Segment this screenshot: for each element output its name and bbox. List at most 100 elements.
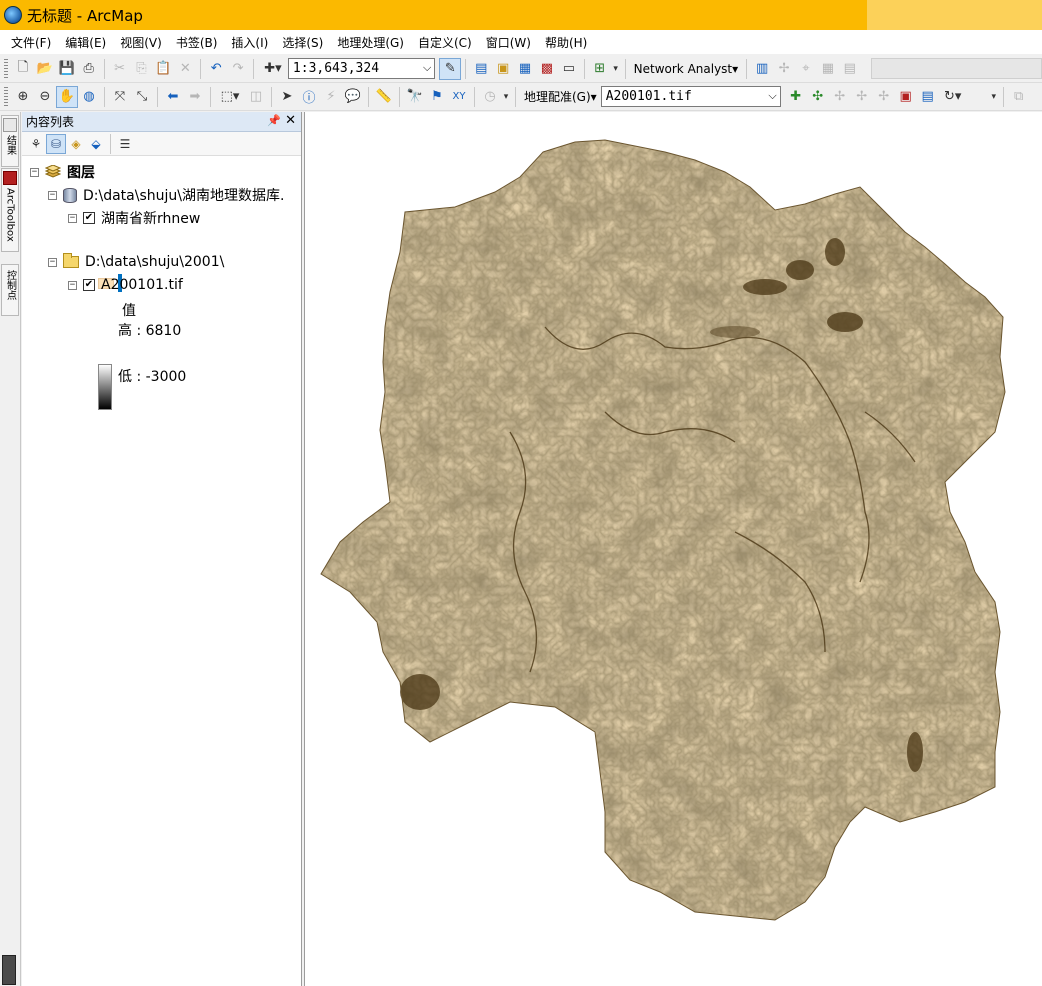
hyperlink-icon[interactable]: ⚡ xyxy=(320,86,342,108)
delete-link-icon[interactable]: ✢ xyxy=(873,86,895,108)
undo-icon[interactable]: ↶ xyxy=(205,58,227,80)
toc-layer-rhnew[interactable]: − ✔ 湖南省新rhnew xyxy=(68,208,200,228)
list-by-drawing-order-icon[interactable]: ⚘ xyxy=(26,134,46,154)
toolbar-grip[interactable] xyxy=(4,86,8,107)
toolbar-overflow-icon[interactable]: ▾ xyxy=(989,86,999,108)
list-by-selection-icon[interactable]: ⬙ xyxy=(86,134,106,154)
menu-bookmarks[interactable]: 书签(B) xyxy=(169,32,225,53)
network-analyst-menu[interactable]: Network Analyst▾ xyxy=(630,62,743,76)
table-icon[interactable]: ▤ xyxy=(470,58,492,80)
menu-customize[interactable]: 自定义(C) xyxy=(411,32,479,53)
na-new-route-icon[interactable]: ✢ xyxy=(773,58,795,80)
zoom-to-link-icon[interactable]: ✢ xyxy=(851,86,873,108)
collapse-icon[interactable]: − xyxy=(68,280,77,290)
menu-file[interactable]: 文件(F) xyxy=(4,32,58,53)
chevron-down-icon[interactable]: ⌵ xyxy=(768,89,776,103)
redo-icon[interactable]: ↷ xyxy=(227,58,249,80)
zoom-in-icon[interactable]: ⊕ xyxy=(12,86,34,108)
copy-icon[interactable]: ⎘ xyxy=(131,58,153,80)
toolbar-overflow-icon[interactable]: ▾ xyxy=(611,58,621,80)
results-tab[interactable]: 结果 xyxy=(1,115,19,167)
identify-icon[interactable]: ⓘ xyxy=(298,86,320,108)
layer-visibility-checkbox[interactable]: ✔ xyxy=(83,212,95,224)
cut-icon[interactable]: ✂ xyxy=(109,58,131,80)
toc-root-node[interactable]: − 图层 xyxy=(30,162,95,182)
scale-combo[interactable]: 1:3,643,324 ⌵ xyxy=(287,58,436,79)
layer-visibility-checkbox[interactable]: ✔ xyxy=(83,279,95,291)
toolbar-overflow-icon[interactable]: ▾ xyxy=(501,86,511,108)
viewer-icon[interactable]: ▣ xyxy=(895,86,917,108)
fixed-zoom-out-icon[interactable]: ⤡ xyxy=(131,86,153,108)
pan-icon[interactable]: ✋ xyxy=(56,85,78,108)
control-points-tab[interactable]: 控制点 xyxy=(1,264,19,316)
georeferencing-menu[interactable]: 地理配准(G)▾ xyxy=(520,88,601,105)
menu-view[interactable]: 视图(V) xyxy=(113,32,169,53)
extra-tool-icon[interactable]: ⧉ xyxy=(1008,86,1030,108)
link-table-icon[interactable]: ▤ xyxy=(917,86,939,108)
toolbar-grip[interactable] xyxy=(4,58,8,79)
select-link-icon[interactable]: ✢ xyxy=(829,86,851,108)
time-slider-icon[interactable]: ◷ xyxy=(479,86,501,108)
delete-icon[interactable]: ✕ xyxy=(174,58,196,80)
toc-group-folder[interactable]: − D:\data\shuju\2001\ xyxy=(48,253,224,270)
fixed-zoom-in-icon[interactable]: ⤧ xyxy=(109,86,131,108)
na-window-icon[interactable]: ▥ xyxy=(751,58,773,80)
bottom-dock-handle[interactable] xyxy=(2,955,16,985)
chevron-down-icon[interactable]: ⌵ xyxy=(423,61,431,75)
back-extent-icon[interactable]: ⬅ xyxy=(162,86,184,108)
na-add-location-icon[interactable]: ⌖ xyxy=(795,58,817,80)
georef-layer-combo[interactable]: A200101.tif ⌵ xyxy=(600,86,781,107)
paste-icon[interactable]: 📋 xyxy=(152,58,174,80)
add-control-points-icon[interactable]: ✚ xyxy=(785,86,807,108)
menu-edit[interactable]: 编辑(E) xyxy=(58,32,113,53)
clear-selection-icon[interactable]: ◫ xyxy=(245,86,267,108)
auto-registration-icon[interactable]: ✣ xyxy=(807,86,829,108)
collapse-icon[interactable]: − xyxy=(30,167,39,177)
find-icon[interactable]: 🔭 xyxy=(404,86,426,108)
na-solve-grid-icon[interactable]: ▦ xyxy=(817,58,839,80)
collapse-icon[interactable]: − xyxy=(48,190,57,200)
menu-windows[interactable]: 窗口(W) xyxy=(479,32,538,53)
map-canvas[interactable] xyxy=(305,112,1042,986)
arctoolbox-tab[interactable]: ArcToolbox xyxy=(1,168,19,252)
print-icon[interactable]: ⎙ xyxy=(78,58,100,80)
python-icon[interactable]: ▭ xyxy=(558,58,580,80)
new-doc-icon[interactable]: 🗋 xyxy=(12,58,34,80)
collapse-icon[interactable]: − xyxy=(48,257,57,267)
menu-geoprocessing[interactable]: 地理处理(G) xyxy=(330,32,411,53)
model-builder-icon[interactable]: ⊞ xyxy=(589,58,611,80)
pin-icon[interactable]: 📌 xyxy=(267,114,281,127)
open-icon[interactable]: 📂 xyxy=(34,58,56,80)
forward-extent-icon[interactable]: ➡ xyxy=(184,86,206,108)
arctoolbox-icon[interactable]: ▩ xyxy=(536,58,558,80)
globe-icon[interactable]: ◍ xyxy=(78,86,100,108)
menu-selection[interactable]: 选择(S) xyxy=(275,32,330,53)
control-points-tab-label: 控制点 xyxy=(4,270,16,300)
menu-insert[interactable]: 插入(I) xyxy=(224,32,275,53)
find-route-icon[interactable]: ⚑ xyxy=(426,86,448,108)
editor-toolbar-icon[interactable]: ✎ xyxy=(439,57,462,80)
zoom-out-icon[interactable]: ⊖ xyxy=(34,86,56,108)
toc-layer-raster[interactable]: − ✔ A200101.tif xyxy=(68,277,183,293)
select-features-icon[interactable]: ⬚▾ xyxy=(215,86,245,108)
list-by-source-icon[interactable]: ⛁ xyxy=(46,133,66,154)
measure-icon[interactable]: 📏 xyxy=(373,86,395,108)
add-data-icon[interactable]: ✚▾ xyxy=(258,58,288,80)
color-ramp-swatch[interactable] xyxy=(98,364,112,410)
menu-help[interactable]: 帮助(H) xyxy=(538,32,594,53)
save-icon[interactable]: 💾 xyxy=(56,58,78,80)
html-popup-icon[interactable]: 💬 xyxy=(342,86,364,108)
legend-title-label: 值 xyxy=(122,303,136,319)
na-directions-icon[interactable]: ▤ xyxy=(839,58,861,80)
close-icon[interactable]: ✕ xyxy=(285,113,296,128)
options-icon[interactable]: ☰ xyxy=(115,134,135,154)
goto-xy-icon[interactable]: XY xyxy=(448,86,470,108)
select-arrow-icon[interactable]: ➤ xyxy=(276,86,298,108)
toc-group-gdb[interactable]: − D:\data\shuju\湖南地理数据库. xyxy=(48,185,284,205)
collapse-icon[interactable]: − xyxy=(68,213,77,223)
list-by-visibility-icon[interactable]: ◈ xyxy=(66,134,86,154)
map-view[interactable] xyxy=(304,112,1042,986)
catalog-icon[interactable]: ▣ xyxy=(492,58,514,80)
search-window-icon[interactable]: ▦ xyxy=(514,58,536,80)
rotate-icon[interactable]: ↻▾ xyxy=(939,86,967,108)
